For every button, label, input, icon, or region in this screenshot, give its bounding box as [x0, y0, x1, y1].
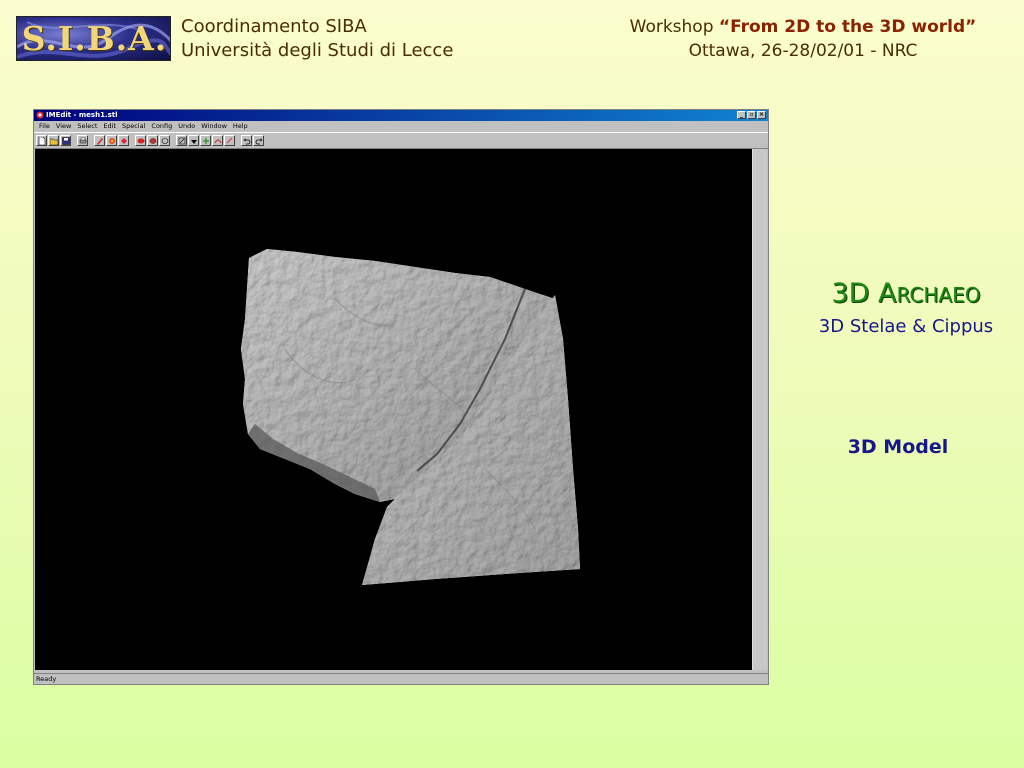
menu-special[interactable]: Special	[119, 121, 148, 132]
minimize-button[interactable]: _	[737, 111, 746, 119]
mesh-button[interactable]	[135, 135, 146, 146]
workshop-title: “From 2D to the 3D world”	[718, 17, 977, 37]
lower-icon	[190, 139, 197, 144]
deselect-icon	[161, 137, 168, 144]
3d-viewport[interactable]	[35, 149, 752, 670]
project-subtitle: 3D Stelae & Cippus	[818, 316, 994, 337]
save-icon	[61, 136, 70, 145]
logo-text: S.I.B.A.	[21, 19, 168, 58]
menu-edit[interactable]: Edit	[100, 121, 119, 132]
window-controls: _ ▫ ×	[737, 111, 766, 119]
menu-undo[interactable]: Undo	[175, 121, 198, 132]
color-icon	[120, 137, 127, 144]
app-icon	[36, 111, 44, 119]
move-icon	[178, 137, 185, 144]
menu-window[interactable]: Window	[198, 121, 230, 132]
paint-icon	[214, 139, 221, 143]
new-icon	[38, 136, 45, 145]
organization: Coordinamento SIBA Università degli Stud…	[181, 15, 453, 63]
color-button[interactable]	[118, 135, 129, 146]
rotate-button[interactable]	[106, 135, 117, 146]
vertical-scrollbar[interactable]	[752, 149, 767, 670]
menu-bar: File View Select Edit Special Config Und…	[34, 121, 768, 132]
project-title-first-letter: A	[878, 278, 897, 309]
print-icon	[79, 137, 86, 143]
new-button[interactable]	[36, 135, 47, 146]
maximize-button[interactable]: ▫	[747, 111, 756, 119]
stele-mesh-render	[241, 249, 580, 585]
erase-button[interactable]	[224, 135, 235, 146]
workshop-info: Workshop “From 2D to the 3D world” Ottaw…	[590, 15, 1016, 63]
menu-view[interactable]: View	[53, 121, 74, 132]
menu-help[interactable]: Help	[230, 121, 251, 132]
deselect-button[interactable]	[159, 135, 170, 146]
menu-file[interactable]: File	[36, 121, 53, 132]
redo-icon	[255, 138, 262, 144]
flip-button[interactable]	[200, 135, 211, 146]
window-titlebar[interactable]: IMEdit - mesh1.stl _ ▫ ×	[34, 110, 768, 121]
model-label: 3D Model	[847, 436, 949, 458]
fill-icon	[149, 137, 156, 144]
erase-icon	[226, 137, 232, 143]
print-button[interactable]	[77, 135, 88, 146]
fill-button[interactable]	[147, 135, 158, 146]
open-icon	[49, 138, 58, 145]
paint-button[interactable]	[212, 135, 223, 146]
project-title: 3D ARCHAEO	[786, 278, 1024, 311]
pen-icon	[96, 137, 103, 145]
status-bar: Ready	[34, 673, 768, 684]
open-button[interactable]	[48, 135, 59, 146]
close-button[interactable]: ×	[757, 111, 766, 119]
mesh-icon	[137, 138, 144, 143]
menu-config[interactable]: Config	[148, 121, 175, 132]
project-title-3d: 3D	[831, 278, 879, 309]
project-title-rest: RCHAEO	[896, 283, 981, 307]
undo-button[interactable]	[241, 135, 252, 146]
workshop-prefix: Workshop	[629, 17, 719, 37]
workshop-line-2: Ottawa, 26-28/02/01 - NRC	[688, 41, 918, 61]
siba-logo: S.I.B.A.	[16, 16, 171, 61]
imedit-window: IMEdit - mesh1.stl _ ▫ × File View Selec…	[33, 109, 769, 685]
flip-icon	[202, 137, 209, 144]
undo-icon	[243, 138, 250, 144]
window-title: IMEdit - mesh1.stl	[46, 111, 118, 119]
org-line-1: Coordinamento SIBA	[181, 16, 367, 37]
save-button[interactable]	[60, 135, 71, 146]
pen-button[interactable]	[94, 135, 105, 146]
lower-button[interactable]	[188, 135, 199, 146]
rotate-icon	[108, 137, 115, 144]
org-line-2: Università degli Studi di Lecce	[181, 40, 454, 61]
workshop-line-1: Workshop “From 2D to the 3D world”	[590, 15, 1016, 39]
menu-select[interactable]: Select	[74, 121, 100, 132]
move-button[interactable]	[176, 135, 187, 146]
toolbar	[34, 132, 768, 149]
redo-button[interactable]	[253, 135, 264, 146]
